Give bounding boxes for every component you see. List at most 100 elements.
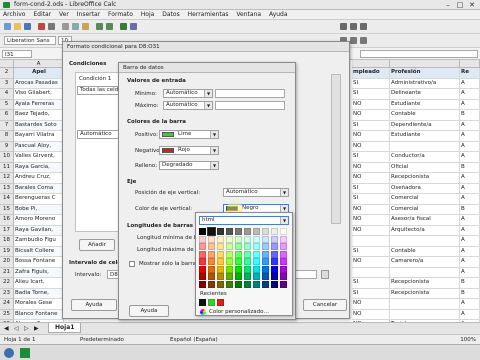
prev-sheet-icon[interactable]: ◁ bbox=[14, 325, 19, 332]
positive-color-select[interactable]: Lime ▼ bbox=[159, 130, 219, 139]
table-cell[interactable]: NO bbox=[352, 215, 390, 226]
palette-color-cell[interactable] bbox=[262, 243, 269, 250]
max-type-select[interactable]: Automático ▼ bbox=[163, 101, 213, 110]
palette-color-cell[interactable] bbox=[244, 243, 251, 250]
table-cell[interactable]: Morales Gese bbox=[14, 299, 64, 310]
start-icon[interactable] bbox=[4, 348, 14, 358]
table-cell[interactable]: Valles Girvent, bbox=[14, 152, 64, 163]
show-bar-only-checkbox[interactable] bbox=[129, 261, 135, 267]
row-header[interactable]: 17 bbox=[0, 225, 14, 236]
table-cell[interactable]: B bbox=[460, 204, 480, 215]
menu-ayuda[interactable]: Ayuda bbox=[266, 10, 291, 18]
palette-color-cell[interactable] bbox=[208, 250, 215, 258]
palette-color-cell[interactable] bbox=[235, 258, 242, 265]
table-cell[interactable]: Contable bbox=[390, 110, 460, 121]
palette-color-cell[interactable] bbox=[262, 280, 269, 288]
paste-icon[interactable] bbox=[82, 23, 89, 30]
last-sheet-icon[interactable]: ▶ bbox=[34, 325, 39, 332]
table-cell[interactable] bbox=[352, 236, 390, 247]
table-cell[interactable]: SI bbox=[352, 120, 390, 131]
table-cell[interactable]: NO bbox=[352, 99, 390, 110]
row-header[interactable]: 25 bbox=[0, 309, 14, 320]
table-cell[interactable]: Bossa Fontane bbox=[14, 257, 64, 268]
palette-color-cell[interactable] bbox=[253, 280, 260, 288]
table-cell[interactable]: A bbox=[460, 267, 480, 278]
palette-color-cell[interactable] bbox=[271, 258, 278, 265]
palette-color-cell[interactable] bbox=[280, 273, 287, 280]
menu-herramientas[interactable]: Herramientas bbox=[185, 10, 232, 18]
palette-color-cell[interactable] bbox=[244, 250, 251, 258]
table-cell[interactable]: SI bbox=[352, 278, 390, 289]
palette-color-cell[interactable] bbox=[217, 235, 224, 243]
row-header[interactable]: 18 bbox=[0, 236, 14, 247]
palette-color-cell[interactable] bbox=[235, 280, 242, 288]
palette-color-cell[interactable] bbox=[226, 243, 233, 250]
palette-color-cell[interactable] bbox=[226, 258, 233, 265]
table-cell[interactable]: NO bbox=[352, 162, 390, 173]
palette-color-cell[interactable] bbox=[235, 235, 242, 243]
palette-color-cell[interactable] bbox=[235, 273, 242, 280]
table-cell[interactable]: NO bbox=[352, 173, 390, 184]
table-cell[interactable] bbox=[390, 299, 460, 310]
table-cell[interactable]: Estudiante bbox=[390, 131, 460, 142]
palette-color-cell[interactable] bbox=[235, 243, 242, 250]
row-header[interactable]: 14 bbox=[0, 194, 14, 205]
min-value-input[interactable] bbox=[215, 89, 285, 98]
table-cell[interactable]: Delineante bbox=[390, 89, 460, 100]
palette-color-cell[interactable] bbox=[199, 273, 206, 280]
palette-color-cell[interactable] bbox=[280, 228, 287, 235]
undo-icon[interactable] bbox=[96, 23, 103, 30]
table-cell[interactable]: A bbox=[460, 236, 480, 247]
recent-colors-row[interactable] bbox=[199, 299, 289, 307]
palette-color-cell[interactable] bbox=[262, 265, 269, 273]
min-type-select[interactable]: Automático ▼ bbox=[163, 89, 213, 98]
table-cell[interactable]: SI bbox=[352, 89, 390, 100]
formula-input[interactable] bbox=[360, 50, 478, 58]
palette-color-cell[interactable] bbox=[199, 243, 206, 250]
table-cell[interactable]: A bbox=[460, 141, 480, 152]
export-pdf-icon[interactable] bbox=[38, 23, 45, 30]
header-cell[interactable]: Re bbox=[460, 68, 480, 79]
palette-color-cell[interactable] bbox=[217, 258, 224, 265]
palette-color-cell[interactable] bbox=[262, 250, 269, 258]
table-cell[interactable]: Recepcionista bbox=[390, 173, 460, 184]
palette-color-cell[interactable] bbox=[235, 228, 242, 235]
table-cell[interactable]: Barales Coma bbox=[14, 183, 64, 194]
table-cell[interactable]: NO bbox=[352, 299, 390, 310]
table-cell[interactable]: SI bbox=[352, 78, 390, 89]
palette-color-cell[interactable] bbox=[253, 258, 260, 265]
palette-color-cell[interactable] bbox=[271, 250, 278, 258]
menu-ver[interactable]: Ver bbox=[56, 10, 72, 18]
palette-color-cell[interactable] bbox=[217, 265, 224, 273]
table-cell[interactable]: Bobe Pi, bbox=[14, 204, 64, 215]
palette-color-cell[interactable] bbox=[208, 235, 215, 243]
table-cell[interactable]: B bbox=[460, 278, 480, 289]
table-cell[interactable]: Camarero/a bbox=[390, 257, 460, 268]
column-header-empleado[interactable] bbox=[352, 60, 390, 68]
save-icon[interactable] bbox=[24, 23, 31, 30]
shrink-range-icon[interactable] bbox=[321, 270, 329, 279]
column-header-profesion[interactable] bbox=[390, 60, 460, 68]
sort-icon[interactable] bbox=[340, 23, 347, 30]
table-cell[interactable]: Recepcionista bbox=[390, 278, 460, 289]
zoom-level[interactable]: 100% bbox=[460, 337, 476, 343]
table-cell[interactable]: Berengueras C bbox=[14, 194, 64, 205]
row-header[interactable]: 13 bbox=[0, 183, 14, 194]
table-cell[interactable]: Zafra Figuls, bbox=[14, 267, 64, 278]
palette-color-cell[interactable] bbox=[253, 265, 260, 273]
table-cell[interactable]: Oseñadora bbox=[390, 183, 460, 194]
row-header[interactable]: 5 bbox=[0, 99, 14, 110]
palette-color-cell[interactable] bbox=[280, 243, 287, 250]
chart-icon[interactable] bbox=[120, 23, 127, 30]
table-cell[interactable]: NO bbox=[352, 204, 390, 215]
palette-color-cell[interactable] bbox=[253, 228, 260, 235]
underline-icon[interactable] bbox=[360, 37, 367, 44]
palette-color-cell[interactable] bbox=[199, 250, 206, 258]
italic-icon[interactable] bbox=[350, 37, 357, 44]
palette-color-cell[interactable] bbox=[280, 250, 287, 258]
table-cell[interactable]: Recepcionista bbox=[390, 288, 460, 299]
negative-color-select[interactable]: Rojo ▼ bbox=[159, 146, 219, 155]
row-header[interactable]: 11 bbox=[0, 162, 14, 173]
palette-color-cell[interactable] bbox=[271, 265, 278, 273]
maximize-button[interactable]: □ bbox=[454, 1, 466, 9]
